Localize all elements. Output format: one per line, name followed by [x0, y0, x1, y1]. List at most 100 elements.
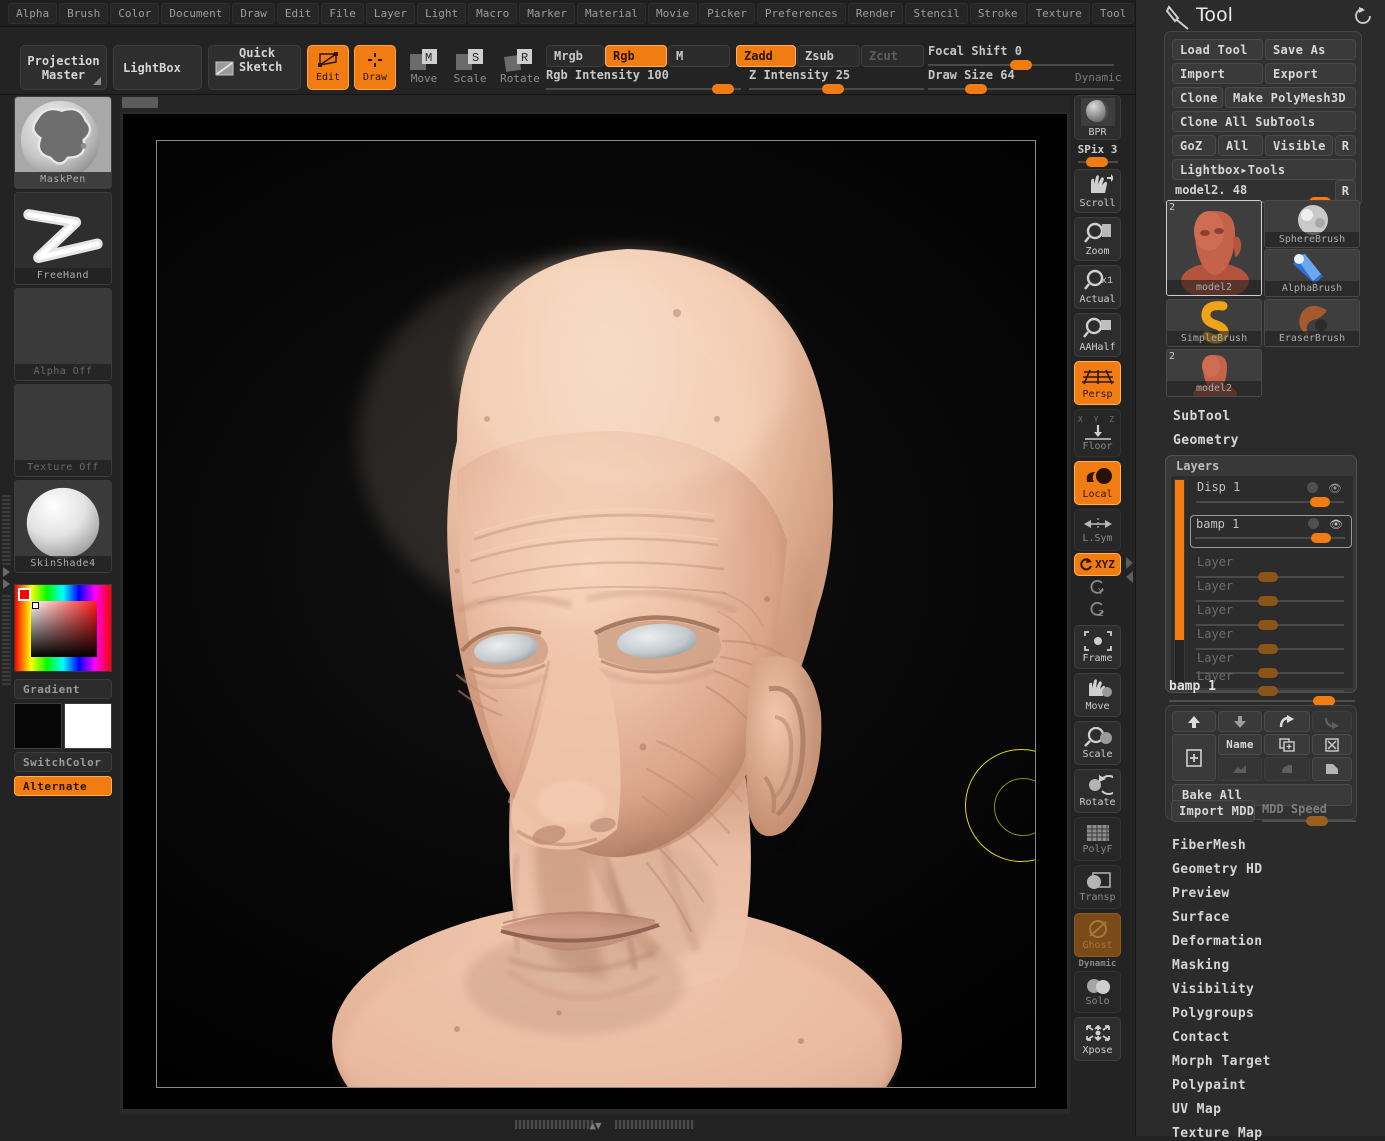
tool-thumb-spherebrush[interactable]: SphereBrush: [1264, 200, 1360, 248]
menu-item-stencil[interactable]: Stencil: [905, 2, 968, 24]
zsub-toggle[interactable]: Zsub: [797, 45, 860, 67]
rgb-toggle[interactable]: Rgb: [605, 45, 667, 67]
menu-item-picker[interactable]: Picker: [699, 2, 755, 24]
load-tool-button[interactable]: Load Tool: [1172, 39, 1263, 60]
layer-eye-icon-bamp1[interactable]: 👁: [1329, 518, 1343, 531]
layer-record-dot-disp1[interactable]: [1307, 482, 1318, 493]
layer-fold-button[interactable]: [1312, 757, 1352, 781]
layer-name-button[interactable]: Name: [1218, 734, 1262, 755]
model-viewport[interactable]: [157, 141, 1036, 1088]
xpose-button[interactable]: Xpose: [1074, 1017, 1121, 1061]
bottom-hatch-right[interactable]: [615, 1120, 695, 1129]
document-frame[interactable]: [156, 140, 1036, 1088]
goz-r-button[interactable]: R: [1335, 135, 1356, 156]
scale-button[interactable]: S Scale: [450, 47, 490, 89]
zoom-button[interactable]: Zoom: [1074, 217, 1121, 261]
solo-button[interactable]: Solo: [1074, 971, 1121, 1013]
transparency-button[interactable]: Transp: [1074, 865, 1121, 909]
make-polymesh3d-button[interactable]: Make PolyMesh3D: [1225, 87, 1356, 108]
draw-button[interactable]: Draw: [354, 45, 396, 90]
tool-thumb-alphabrush[interactable]: AlphaBrush: [1264, 249, 1360, 297]
move-button[interactable]: M Move: [404, 47, 444, 89]
section-texture-map[interactable]: Texture Map: [1172, 1126, 1263, 1141]
switch-color-button[interactable]: SwitchColor: [14, 752, 112, 772]
menu-item-stroke[interactable]: Stroke: [969, 2, 1026, 24]
tool-thumb-model2-large[interactable]: 2 model2: [1166, 200, 1262, 296]
section-visibility[interactable]: Visibility: [1172, 982, 1254, 997]
goz-button[interactable]: GoZ: [1172, 135, 1216, 156]
lightbox-button[interactable]: LightBox: [113, 45, 202, 90]
section-uv-map[interactable]: UV Map: [1172, 1102, 1221, 1117]
layer-delete-button[interactable]: [1312, 734, 1352, 755]
layer-merge-alt-button[interactable]: [1312, 711, 1352, 732]
layer-merge-down-button[interactable]: [1264, 711, 1310, 732]
local-button[interactable]: Local: [1074, 461, 1121, 505]
layer-invert-button[interactable]: [1264, 757, 1310, 781]
rotate-z-icon[interactable]: Z: [1088, 601, 1108, 619]
layer-up-button[interactable]: [1172, 711, 1216, 732]
menu-item-light[interactable]: Light: [416, 2, 467, 24]
scale-3d-button[interactable]: Scale: [1074, 721, 1121, 765]
document-handle[interactable]: [122, 97, 158, 108]
section-polypaint[interactable]: Polypaint: [1172, 1078, 1246, 1093]
projection-master-button[interactable]: Projection Master: [20, 45, 107, 90]
visible-button[interactable]: Visible: [1265, 135, 1333, 156]
menu-item-material[interactable]: Material: [576, 2, 646, 24]
alpha-thumb[interactable]: Alpha Off: [14, 288, 112, 381]
import-button[interactable]: Import: [1172, 63, 1263, 84]
rotate-3d-button[interactable]: Rotate: [1074, 769, 1121, 813]
layers-scrollbar-thumb[interactable]: [1175, 480, 1184, 640]
material-thumb-skinshade4[interactable]: SkinShade4: [14, 480, 112, 573]
floor-axes-label[interactable]: X Y Z: [1078, 415, 1117, 424]
save-as-button[interactable]: Save As: [1265, 39, 1356, 60]
actual-button[interactable]: x1 Actual: [1074, 265, 1121, 309]
lsym-button[interactable]: L.Sym: [1074, 509, 1121, 551]
export-button[interactable]: Export: [1265, 63, 1356, 84]
scroll-button[interactable]: Scroll: [1074, 169, 1121, 213]
canvas-background[interactable]: [123, 114, 1067, 1109]
menu-item-tool[interactable]: Tool: [1091, 2, 1135, 24]
lightbox-tools-button[interactable]: Lightbox▸Tools: [1172, 159, 1356, 180]
spix-knob[interactable]: [1086, 157, 1108, 167]
section-surface[interactable]: Surface: [1172, 910, 1230, 925]
menu-item-render[interactable]: Render: [847, 2, 904, 24]
layer-intensity-knob-disp1[interactable]: [1310, 497, 1330, 507]
section-fibermesh[interactable]: FiberMesh: [1172, 838, 1246, 853]
saturation-square[interactable]: [31, 601, 97, 657]
draw-size-track[interactable]: [928, 88, 1114, 90]
ghost-button[interactable]: Ghost: [1074, 913, 1121, 957]
color-picker[interactable]: [14, 584, 112, 672]
tool-thumb-eraserbrush[interactable]: EraserBrush: [1264, 299, 1360, 347]
tool-thumb-simplebrush[interactable]: SimpleBrush: [1166, 299, 1262, 347]
gradient-button[interactable]: Gradient: [14, 679, 112, 699]
menu-item-layer[interactable]: Layer: [365, 2, 415, 24]
section-subtool[interactable]: SubTool: [1173, 409, 1231, 424]
menu-item-marker[interactable]: Marker: [519, 2, 575, 24]
canvas-resize-handle[interactable]: ▲▼: [589, 1119, 601, 1132]
layer-split-button[interactable]: [1218, 757, 1262, 781]
layer-record-dot-bamp1[interactable]: [1308, 518, 1319, 529]
mrgb-toggle[interactable]: Mrgb: [546, 45, 604, 67]
quick-sketch-button[interactable]: Quick Sketch: [208, 45, 301, 90]
section-morph-target[interactable]: Morph Target: [1172, 1054, 1271, 1069]
bottom-hatch-left[interactable]: [515, 1120, 595, 1129]
clone-all-subtools-button[interactable]: Clone All SubTools: [1172, 111, 1356, 132]
primary-color-swatch[interactable]: [14, 703, 62, 749]
m-toggle[interactable]: M: [668, 45, 730, 67]
left-grip-upper[interactable]: [2, 495, 11, 565]
rotate-y-icon[interactable]: Y: [1088, 579, 1108, 597]
left-grip-lower[interactable]: [2, 595, 11, 685]
section-contact[interactable]: Contact: [1172, 1030, 1230, 1045]
section-polygroups[interactable]: Polygroups: [1172, 1006, 1254, 1021]
section-deformation[interactable]: Deformation: [1172, 934, 1263, 949]
layer-intensity-knob-bamp1[interactable]: [1311, 533, 1331, 543]
section-masking[interactable]: Masking: [1172, 958, 1230, 973]
bpr-button[interactable]: BPR: [1074, 95, 1121, 140]
layer-new-button[interactable]: [1172, 734, 1216, 781]
section-preview[interactable]: Preview: [1172, 886, 1230, 901]
aahalf-button[interactable]: AAHalf: [1074, 313, 1121, 357]
xyz-button[interactable]: XYZ: [1074, 553, 1121, 576]
layers-scrollbar[interactable]: [1174, 479, 1185, 685]
persp-button[interactable]: Persp: [1074, 361, 1121, 405]
draw-size-knob[interactable]: [965, 84, 987, 94]
